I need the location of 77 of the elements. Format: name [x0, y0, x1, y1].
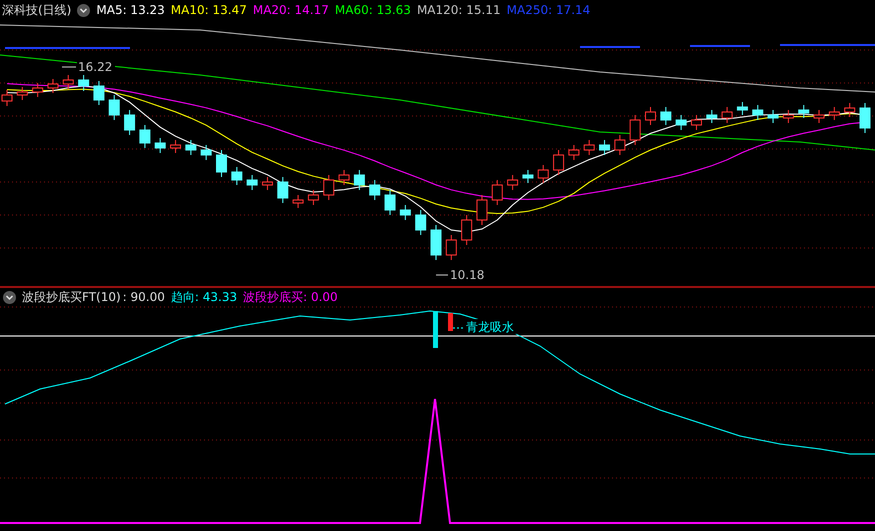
candlestick: [752, 104, 764, 120]
indicator-value: MA60: 13.63: [334, 3, 411, 17]
candlestick: [492, 180, 503, 206]
indicator-value: MA250: 17.14: [506, 3, 590, 17]
candlestick: [262, 176, 273, 190]
candlestick: [553, 150, 564, 176]
candlestick: [706, 110, 718, 124]
candlestick: [690, 114, 702, 130]
candlestick: [2, 90, 12, 106]
candlestick: [522, 170, 534, 184]
candlestick: [584, 140, 595, 156]
candlestick: [446, 234, 457, 260]
candlestick: [630, 114, 641, 146]
indicator-value: : 90.00: [122, 290, 165, 304]
candlestick: [538, 164, 549, 184]
candlestick: [354, 170, 365, 190]
candlestick: [216, 150, 227, 178]
candlestick: [369, 180, 380, 200]
candlestick: [154, 138, 166, 154]
candlestick: [614, 134, 626, 156]
price-label: 16.22: [78, 60, 112, 74]
candlestick: [139, 124, 150, 148]
candlestick: [93, 80, 104, 106]
candlestick: [185, 140, 196, 156]
signal-bar: [433, 311, 438, 348]
candlestick: [415, 210, 426, 236]
candlestick: [400, 204, 411, 220]
candlestick: [47, 78, 58, 94]
candlestick: [568, 144, 580, 160]
candlestick: [844, 102, 856, 118]
candlestick: [124, 110, 136, 136]
chevron-down-icon[interactable]: [77, 4, 90, 16]
candlestick: [828, 106, 840, 120]
indicator-value: MA10: 13.47: [170, 3, 247, 17]
candlestick: [722, 106, 733, 124]
candlestick: [645, 106, 656, 126]
candlestick: [384, 190, 396, 216]
candlestick: [507, 174, 518, 190]
candlestick: [292, 194, 304, 208]
candlestick: [461, 214, 472, 246]
indicator-value: MA5: 13.23: [96, 3, 165, 17]
candlestick: [200, 144, 212, 160]
price-label: 10.18: [450, 268, 484, 282]
candlestick: [768, 110, 779, 124]
indicator-value: 波段抄底买: 0.00: [243, 288, 338, 306]
candlestick: [16, 86, 28, 100]
indicator-value: MA120: 15.11: [416, 3, 501, 17]
candlestick: [32, 82, 44, 98]
candlestick: [860, 102, 870, 134]
indicator-title: 波段抄底买FT(10): [22, 288, 121, 306]
candlestick: [676, 114, 687, 130]
candlestick: [78, 74, 90, 92]
candlestick: [308, 190, 319, 206]
candlestick: [599, 140, 610, 156]
candlestick: [277, 176, 288, 204]
candlestick: [736, 102, 748, 116]
candlestick: [108, 94, 120, 120]
candlestick: [814, 110, 825, 124]
candlestick: [798, 104, 810, 118]
candlestick: [246, 174, 258, 190]
candlestick: [62, 74, 74, 90]
candlestick: [660, 106, 672, 126]
chevron-down-icon[interactable]: [3, 290, 16, 304]
candlestick: [170, 140, 182, 154]
chart-title: 深科技(日线): [2, 2, 72, 18]
candlestick: [476, 194, 488, 226]
signal-label: 青龙吸水: [466, 320, 514, 334]
leader-line: [436, 274, 448, 276]
candlestick: [338, 170, 350, 186]
indicator-value: 趋向: 43.33: [170, 288, 238, 306]
candlestick: [782, 110, 794, 124]
candlestick: [231, 166, 242, 186]
leader-line: [62, 66, 76, 68]
indicator-value: MA20: 14.17: [252, 3, 329, 17]
candlestick: [430, 224, 442, 260]
signal-bar: [448, 313, 453, 331]
candlestick: [323, 174, 334, 200]
